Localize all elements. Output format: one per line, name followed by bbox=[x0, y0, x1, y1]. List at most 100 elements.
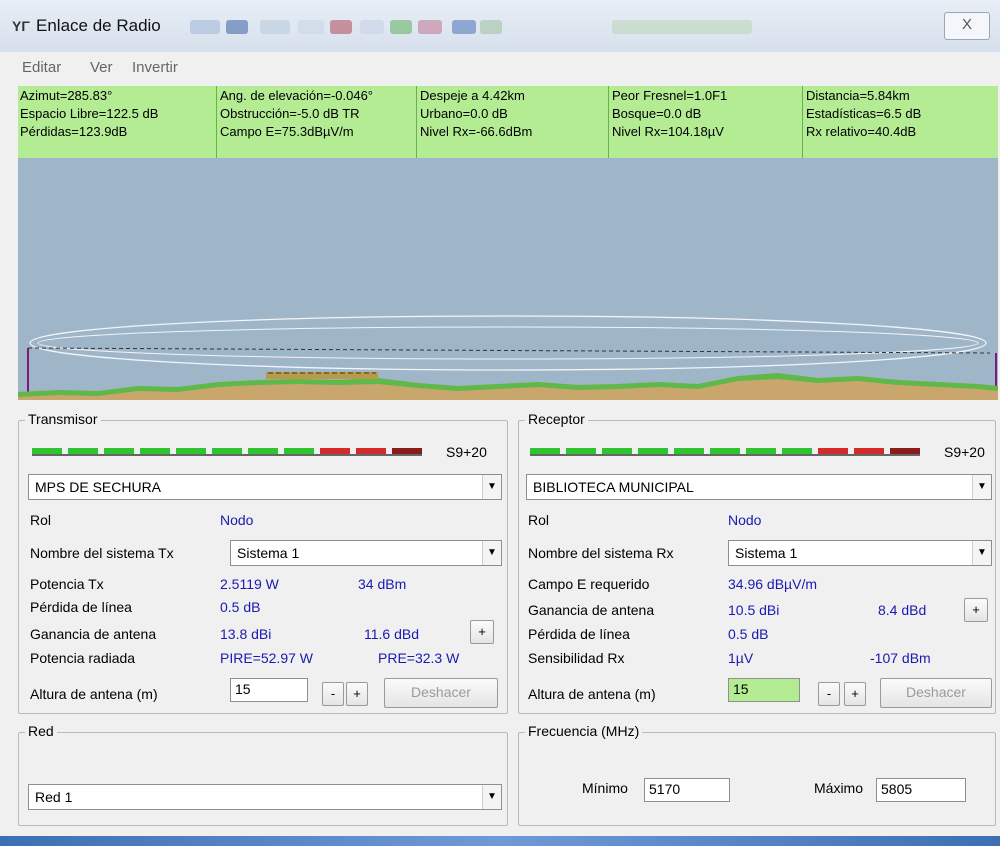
rx-sens-dbm: -107 dBm bbox=[870, 650, 931, 666]
info-azimut: Azimut=285.83° bbox=[20, 88, 113, 103]
frecuencia-max-value: 5805 bbox=[881, 781, 913, 797]
transmisor-group: Transmisor bbox=[18, 411, 508, 714]
rx-altura-label: Altura de antena (m) bbox=[528, 686, 656, 702]
profile-graphic bbox=[18, 315, 998, 400]
tx-radiada-label: Potencia radiada bbox=[30, 650, 136, 666]
tx-altura-plus-button[interactable]: + bbox=[346, 682, 368, 706]
toolbar-icon[interactable] bbox=[190, 20, 220, 34]
info-distancia: Distancia=5.84km bbox=[806, 88, 910, 103]
tx-pre: PRE=32.3 W bbox=[378, 650, 460, 666]
red-select[interactable]: Red 1 ▼ bbox=[28, 784, 502, 810]
info-peor-fresnel: Peor Fresnel=1.0F1 bbox=[612, 88, 728, 103]
rx-station-value: BIBLIOTECA MUNICIPAL bbox=[533, 479, 694, 495]
chevron-down-icon[interactable]: ▼ bbox=[482, 785, 501, 809]
rx-sistema-select[interactable]: Sistema 1 ▼ bbox=[728, 540, 992, 566]
rx-sistema-value: Sistema 1 bbox=[735, 545, 798, 561]
tx-pire: PIRE=52.97 W bbox=[220, 650, 313, 666]
info-despeje: Despeje a 4.42km bbox=[420, 88, 525, 103]
rx-station-select[interactable]: BIBLIOTECA MUNICIPAL ▼ bbox=[526, 474, 992, 500]
chevron-down-icon[interactable]: ▼ bbox=[482, 475, 501, 499]
receptor-label: Receptor bbox=[525, 411, 588, 427]
fresnel-zone-outer bbox=[29, 315, 987, 371]
rx-rol-label: Rol bbox=[528, 512, 550, 528]
link-info-panel: Azimut=285.83° Espacio Libre=122.5 dB Pé… bbox=[18, 86, 998, 158]
info-nivel-rx-dbm: Nivel Rx=-66.6dBm bbox=[420, 124, 533, 139]
rx-altura-minus-button[interactable]: - bbox=[818, 682, 840, 706]
rx-campo-value: 34.96 dBµV/m bbox=[728, 576, 818, 592]
toolbar-icon[interactable] bbox=[360, 20, 384, 34]
rx-altura-value: 15 bbox=[733, 681, 749, 697]
chevron-down-icon[interactable]: ▼ bbox=[482, 541, 501, 565]
frecuencia-min-input[interactable]: 5170 bbox=[644, 778, 730, 802]
rx-ganancia-dbi: 10.5 dBi bbox=[728, 602, 780, 618]
fresnel-zone-inner bbox=[37, 326, 979, 360]
line-of-sight bbox=[27, 347, 991, 354]
meter-baseline bbox=[530, 454, 920, 456]
tx-antenna-plus-button[interactable]: + bbox=[470, 620, 494, 644]
tx-potencia-label: Potencia Tx bbox=[30, 576, 104, 592]
chevron-down-icon[interactable]: ▼ bbox=[972, 541, 991, 565]
rx-sens-label: Sensibilidad Rx bbox=[528, 650, 625, 666]
rx-altura-plus-button[interactable]: + bbox=[844, 682, 866, 706]
tx-ganancia-label: Ganancia de antena bbox=[30, 626, 157, 642]
info-obstruccion: Obstrucción=-5.0 dB TR bbox=[220, 106, 360, 121]
rx-signal-meter bbox=[530, 448, 920, 458]
info-perdidas: Pérdidas=123.9dB bbox=[20, 124, 128, 139]
tx-altura-minus-button[interactable]: - bbox=[322, 682, 344, 706]
info-separator bbox=[802, 86, 803, 158]
menu-bar: Editar Ver Invertir bbox=[0, 56, 1000, 80]
info-espacio-libre: Espacio Libre=122.5 dB bbox=[20, 106, 159, 121]
tx-altura-input[interactable]: 15 bbox=[230, 678, 308, 702]
tx-signal-meter bbox=[32, 448, 422, 458]
frecuencia-min-label: Mínimo bbox=[582, 780, 628, 796]
tx-sistema-label: Nombre del sistema Tx bbox=[30, 545, 174, 561]
toolbar-icon[interactable] bbox=[330, 20, 352, 34]
tx-perdida-label: Pérdida de línea bbox=[30, 599, 132, 615]
tx-sistema-value: Sistema 1 bbox=[237, 545, 300, 561]
tx-altura-value: 15 bbox=[235, 681, 251, 697]
toolbar-icon[interactable] bbox=[452, 20, 476, 34]
close-button[interactable]: X bbox=[944, 12, 990, 40]
menu-invertir[interactable]: Invertir bbox=[132, 59, 178, 76]
info-estadisticas: Estadísticas=6.5 dB bbox=[806, 106, 922, 121]
toolbar-icon[interactable] bbox=[418, 20, 442, 34]
window-title: Enlace de Radio bbox=[36, 16, 161, 35]
info-ang-elevacion: Ang. de elevación=-0.046° bbox=[220, 88, 374, 103]
tx-rol-value: Nodo bbox=[220, 512, 254, 528]
tx-sistema-select[interactable]: Sistema 1 ▼ bbox=[230, 540, 502, 566]
taskbar-strip bbox=[0, 836, 1000, 846]
tx-rol-label: Rol bbox=[30, 512, 52, 528]
toolbar-icon[interactable] bbox=[226, 20, 248, 34]
rx-ganancia-label: Ganancia de antena bbox=[528, 602, 655, 618]
frecuencia-min-value: 5170 bbox=[649, 781, 681, 797]
urban-area bbox=[266, 372, 378, 379]
terrain-profile-view[interactable] bbox=[18, 158, 998, 400]
tx-potencia-w: 2.5119 W bbox=[220, 576, 279, 592]
transmisor-label: Transmisor bbox=[25, 411, 101, 427]
menu-ver[interactable]: Ver bbox=[90, 59, 113, 76]
rx-rol-value: Nodo bbox=[728, 512, 762, 528]
toolbar-icon[interactable] bbox=[298, 20, 324, 34]
rx-antenna-plus-button[interactable]: + bbox=[964, 598, 988, 622]
rx-deshacer-button[interactable]: Deshacer bbox=[880, 678, 992, 708]
tx-potencia-dbm: 34 dBm bbox=[358, 576, 407, 592]
menu-editar[interactable]: Editar bbox=[22, 59, 61, 76]
toolbar-icon[interactable] bbox=[480, 20, 502, 34]
red-value: Red 1 bbox=[35, 789, 73, 805]
rx-perdida-label: Pérdida de línea bbox=[528, 626, 630, 642]
toolbar-icon[interactable] bbox=[390, 20, 412, 34]
frecuencia-label: Frecuencia (MHz) bbox=[525, 723, 643, 739]
info-separator bbox=[416, 86, 417, 158]
tx-altura-label: Altura de antena (m) bbox=[30, 686, 158, 702]
rx-sistema-label: Nombre del sistema Rx bbox=[528, 545, 674, 561]
rx-altura-input[interactable]: 15 bbox=[728, 678, 800, 702]
frecuencia-max-input[interactable]: 5805 bbox=[876, 778, 966, 802]
toolbar-icon[interactable] bbox=[260, 20, 290, 34]
tx-station-select[interactable]: MPS DE SECHURA ▼ bbox=[28, 474, 502, 500]
rx-perdida-value: 0.5 dB bbox=[728, 626, 769, 642]
rx-campo-label: Campo E requerido bbox=[528, 576, 650, 592]
info-urbano: Urbano=0.0 dB bbox=[420, 106, 508, 121]
toolbar-combo[interactable] bbox=[612, 20, 752, 34]
tx-deshacer-button[interactable]: Deshacer bbox=[384, 678, 498, 708]
chevron-down-icon[interactable]: ▼ bbox=[972, 475, 991, 499]
